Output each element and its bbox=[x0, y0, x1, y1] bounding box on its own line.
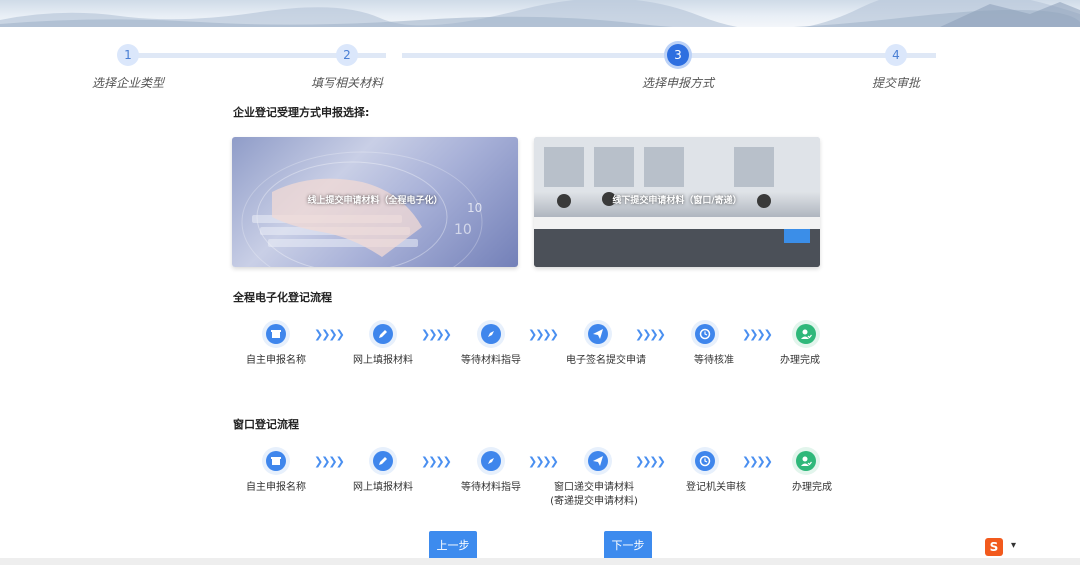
online-step-label-4: 电子签名提交申请 bbox=[566, 355, 646, 366]
clock-icon bbox=[691, 447, 719, 475]
window-step-label-3: 等待材料指导 bbox=[461, 482, 521, 493]
clock-icon bbox=[691, 320, 719, 348]
step-label-1: 选择企业类型 bbox=[91, 76, 165, 90]
flow-arrows: ❯❯❯❯ bbox=[528, 455, 559, 468]
step-circle-3: 3 bbox=[667, 44, 689, 66]
step-label-4: 提交审批 bbox=[871, 76, 921, 90]
online-card-caption: 线上提交申请材料（全程电子化） bbox=[307, 196, 443, 206]
building-icon bbox=[262, 320, 290, 348]
window-step-label-1: 自主申报名称 bbox=[246, 482, 306, 493]
user-check-icon bbox=[792, 447, 820, 475]
pencil-icon bbox=[369, 320, 397, 348]
flow-arrows: ❯❯❯❯ bbox=[635, 328, 666, 341]
next-step-button[interactable]: 下一步 bbox=[604, 531, 652, 561]
flow-arrows: ❯❯❯❯ bbox=[528, 328, 559, 341]
offline-card-caption: 线下提交申请材料（窗口/寄递） bbox=[612, 196, 742, 206]
online-submit-card[interactable]: 10 10 线上提交申请材料（全程电子化） bbox=[232, 137, 518, 267]
send-icon bbox=[584, 447, 612, 475]
window-step-label-4-sub: (寄递提交申请材料) bbox=[550, 496, 638, 507]
mountain-banner-art bbox=[0, 0, 1080, 27]
flow-arrows: ❯❯❯❯ bbox=[314, 328, 345, 341]
offline-submit-card[interactable]: 线下提交申请材料（窗口/寄递） bbox=[534, 137, 820, 267]
online-step-label-5: 等待核准 bbox=[694, 355, 734, 366]
flow-arrows: ❯❯❯❯ bbox=[314, 455, 345, 468]
svg-text:10: 10 bbox=[454, 222, 472, 238]
window-step-label-4: 窗口递交申请材料 (寄递提交申请材料) bbox=[550, 481, 638, 509]
method-section-title: 企业登记受理方式申报选择: bbox=[233, 106, 370, 119]
window-step-label-5: 登记机关审核 bbox=[686, 482, 746, 493]
compass-icon bbox=[477, 320, 505, 348]
online-step-label-6: 办理完成 bbox=[780, 355, 820, 366]
flow-arrows: ❯❯❯❯ bbox=[635, 455, 666, 468]
online-step-label-1: 自主申报名称 bbox=[246, 355, 306, 366]
prev-step-button[interactable]: 上一步 bbox=[429, 531, 477, 561]
window-step-label-6: 办理完成 bbox=[792, 482, 832, 493]
top-banner bbox=[0, 0, 1080, 27]
progress-stepper: 1 2 3 4 选择企业类型 填写相关材料 选择申报方式 提交审批 bbox=[0, 42, 1080, 92]
building-icon bbox=[262, 447, 290, 475]
ime-logo-icon[interactable]: S bbox=[985, 538, 1003, 556]
step-label-2: 填写相关材料 bbox=[310, 76, 384, 90]
user-check-icon bbox=[792, 320, 820, 348]
compass-icon bbox=[477, 447, 505, 475]
step-circle-2: 2 bbox=[336, 44, 358, 66]
window-step-label-4-main: 窗口递交申请材料 bbox=[554, 482, 634, 493]
window-flow: ❯❯❯❯ ❯❯❯❯ ❯❯❯❯ ❯❯❯❯ ❯❯❯❯ 自主申报名称 网上填报材料 等… bbox=[230, 447, 850, 507]
ime-menu-icon[interactable]: ▾ bbox=[1011, 540, 1016, 551]
flow-arrows: ❯❯❯❯ bbox=[742, 328, 773, 341]
step-circle-4: 4 bbox=[885, 44, 907, 66]
step-label-3: 选择申报方式 bbox=[641, 76, 715, 90]
window-flow-title: 窗口登记流程 bbox=[233, 418, 299, 431]
send-icon bbox=[584, 320, 612, 348]
flow-arrows: ❯❯❯❯ bbox=[421, 455, 452, 468]
pencil-icon bbox=[369, 447, 397, 475]
online-flow: ❯❯❯❯ ❯❯❯❯ ❯❯❯❯ ❯❯❯❯ ❯❯❯❯ 自主申报名称 网上填报材料 等… bbox=[230, 320, 850, 380]
online-flow-title: 全程电子化登记流程 bbox=[233, 291, 332, 304]
flow-arrows: ❯❯❯❯ bbox=[742, 455, 773, 468]
online-step-label-2: 网上填报材料 bbox=[353, 355, 413, 366]
flow-arrows: ❯❯❯❯ bbox=[421, 328, 452, 341]
bottom-scrollbar[interactable] bbox=[0, 558, 1080, 565]
step-circle-1: 1 bbox=[117, 44, 139, 66]
window-step-label-2: 网上填报材料 bbox=[353, 482, 413, 493]
online-step-label-3: 等待材料指导 bbox=[461, 355, 521, 366]
